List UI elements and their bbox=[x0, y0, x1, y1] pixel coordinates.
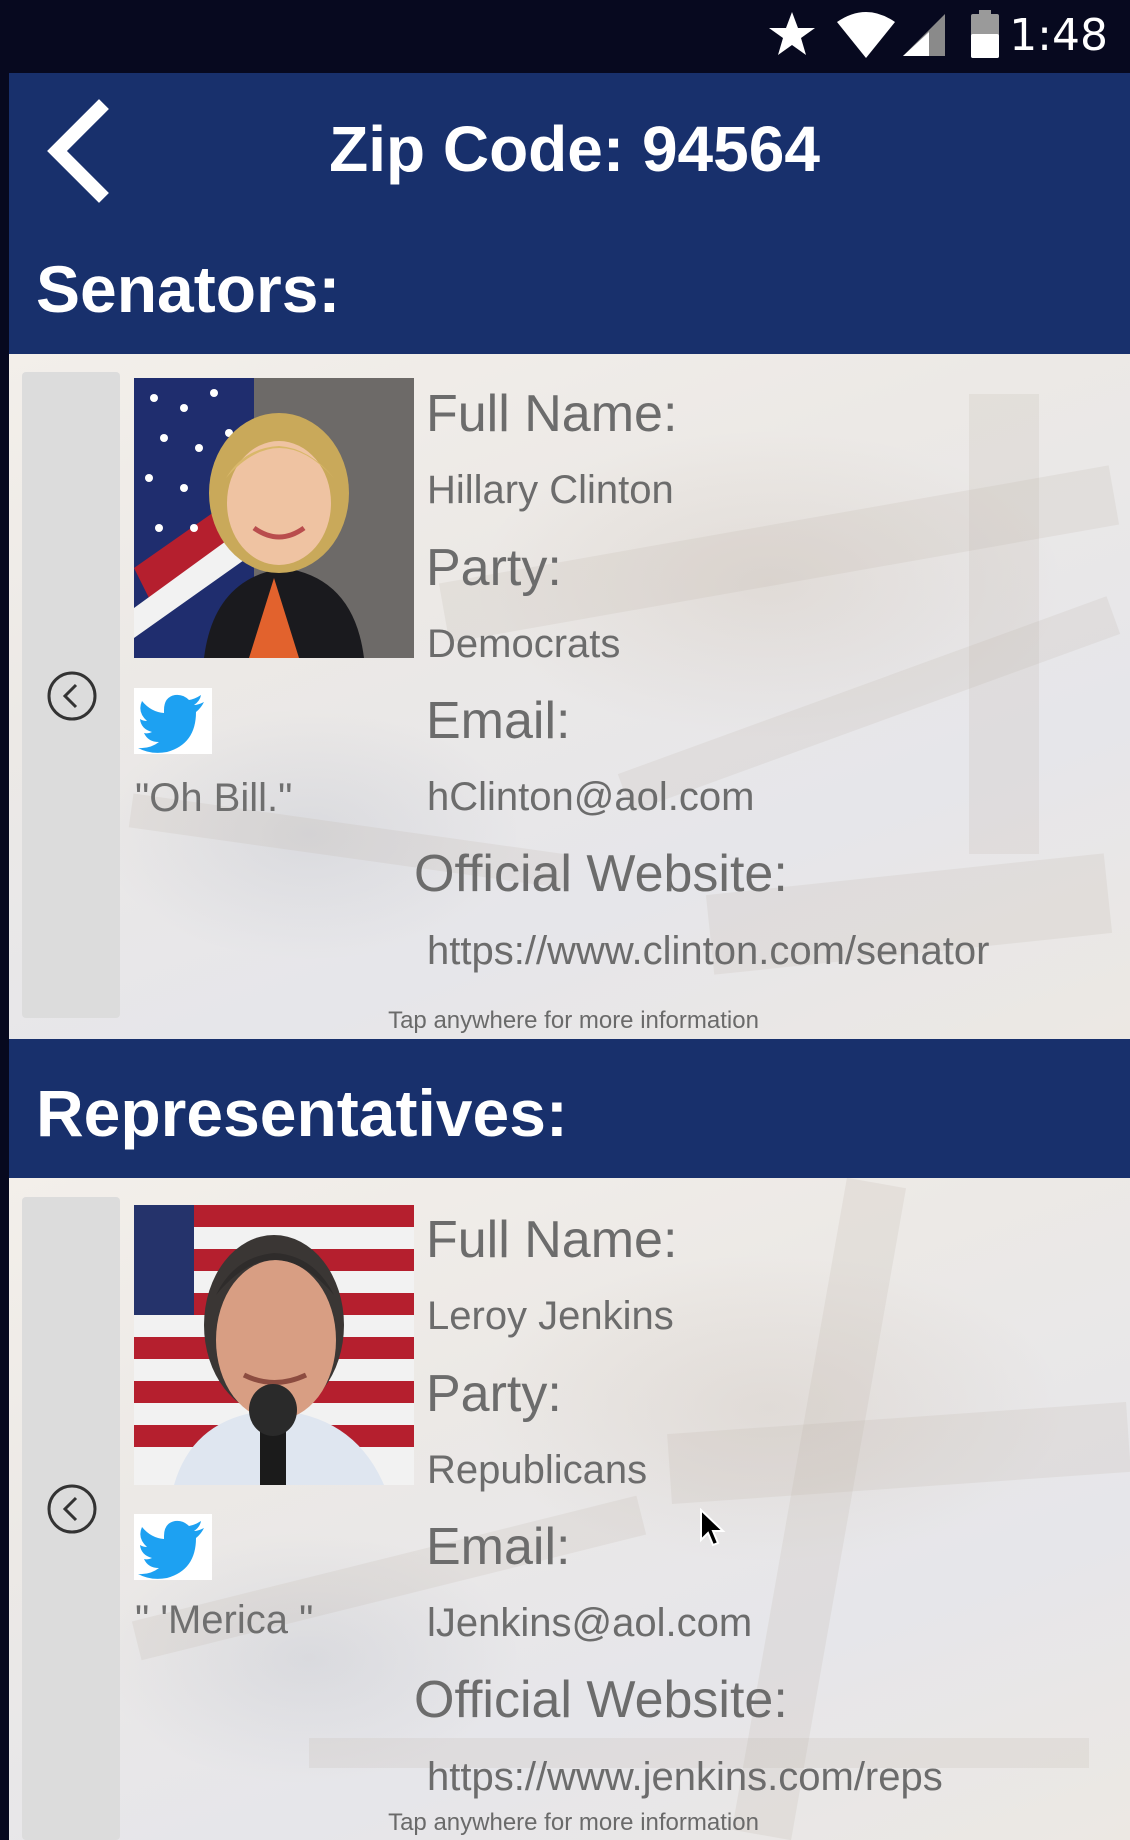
mouse-cursor-icon bbox=[700, 1508, 726, 1547]
party-value: Democrats bbox=[427, 622, 621, 666]
app-bar: Zip Code: 94564 bbox=[9, 73, 1130, 223]
senator-photo bbox=[134, 378, 414, 658]
senator-tweet: "Oh Bill." bbox=[135, 776, 293, 820]
email-label: Email: bbox=[426, 692, 571, 750]
senators-heading: Senators: bbox=[36, 252, 341, 326]
full-name-label: Full Name: bbox=[426, 1211, 678, 1269]
more-info-hint: Tap anywhere for more information bbox=[388, 1007, 759, 1034]
status-bar: 1:48 bbox=[9, 0, 1130, 73]
email-value[interactable]: lJenkins@aol.com bbox=[427, 1599, 752, 1647]
twitter-bird-icon bbox=[138, 1520, 204, 1579]
representative-twitter-button[interactable] bbox=[134, 1514, 212, 1580]
star-icon bbox=[769, 12, 815, 55]
representative-photo bbox=[134, 1205, 414, 1485]
full-name-label: Full Name: bbox=[426, 385, 678, 443]
party-label: Party: bbox=[426, 539, 562, 597]
email-label: Email: bbox=[426, 1518, 571, 1576]
representatives-header: Representatives: bbox=[9, 1039, 1130, 1178]
previous-representative-button[interactable] bbox=[22, 1197, 120, 1840]
senators-header: Senators: bbox=[9, 223, 1130, 354]
website-link[interactable]: https://www.clinton.com/senator bbox=[427, 927, 989, 975]
website-label: Official Website: bbox=[414, 845, 788, 903]
page-title: Zip Code: 94564 bbox=[329, 113, 820, 185]
email-value[interactable]: hClinton@aol.com bbox=[427, 773, 754, 821]
circle-chevron-left-icon bbox=[47, 1484, 97, 1534]
wifi-icon bbox=[837, 12, 895, 58]
more-info-hint: Tap anywhere for more information bbox=[388, 1809, 759, 1836]
status-time: 1:48 bbox=[1009, 10, 1108, 61]
party-value: Republicans bbox=[427, 1448, 648, 1492]
circle-chevron-left-icon bbox=[47, 671, 97, 721]
full-name-value: Leroy Jenkins bbox=[427, 1294, 674, 1338]
twitter-bird-icon bbox=[138, 694, 204, 753]
senator-twitter-button[interactable] bbox=[134, 688, 212, 754]
website-link[interactable]: https://www.jenkins.com/reps bbox=[427, 1753, 943, 1801]
party-label: Party: bbox=[426, 1365, 562, 1423]
app-screen: 1:48 Zip Code: 94564 Senators: "Oh Bill.… bbox=[9, 0, 1130, 1840]
senator-card[interactable]: "Oh Bill." Full Name: Hillary Clinton Pa… bbox=[9, 354, 1130, 1039]
battery-icon bbox=[971, 10, 999, 58]
representative-tweet: " 'Merica " bbox=[135, 1598, 314, 1642]
representatives-heading: Representatives: bbox=[36, 1076, 568, 1150]
website-label: Official Website: bbox=[414, 1671, 788, 1729]
previous-senator-button[interactable] bbox=[22, 372, 120, 1018]
representative-card[interactable]: " 'Merica " Full Name: Leroy Jenkins Par… bbox=[9, 1178, 1130, 1840]
full-name-value: Hillary Clinton bbox=[427, 468, 674, 512]
cell-signal-icon bbox=[903, 14, 945, 56]
